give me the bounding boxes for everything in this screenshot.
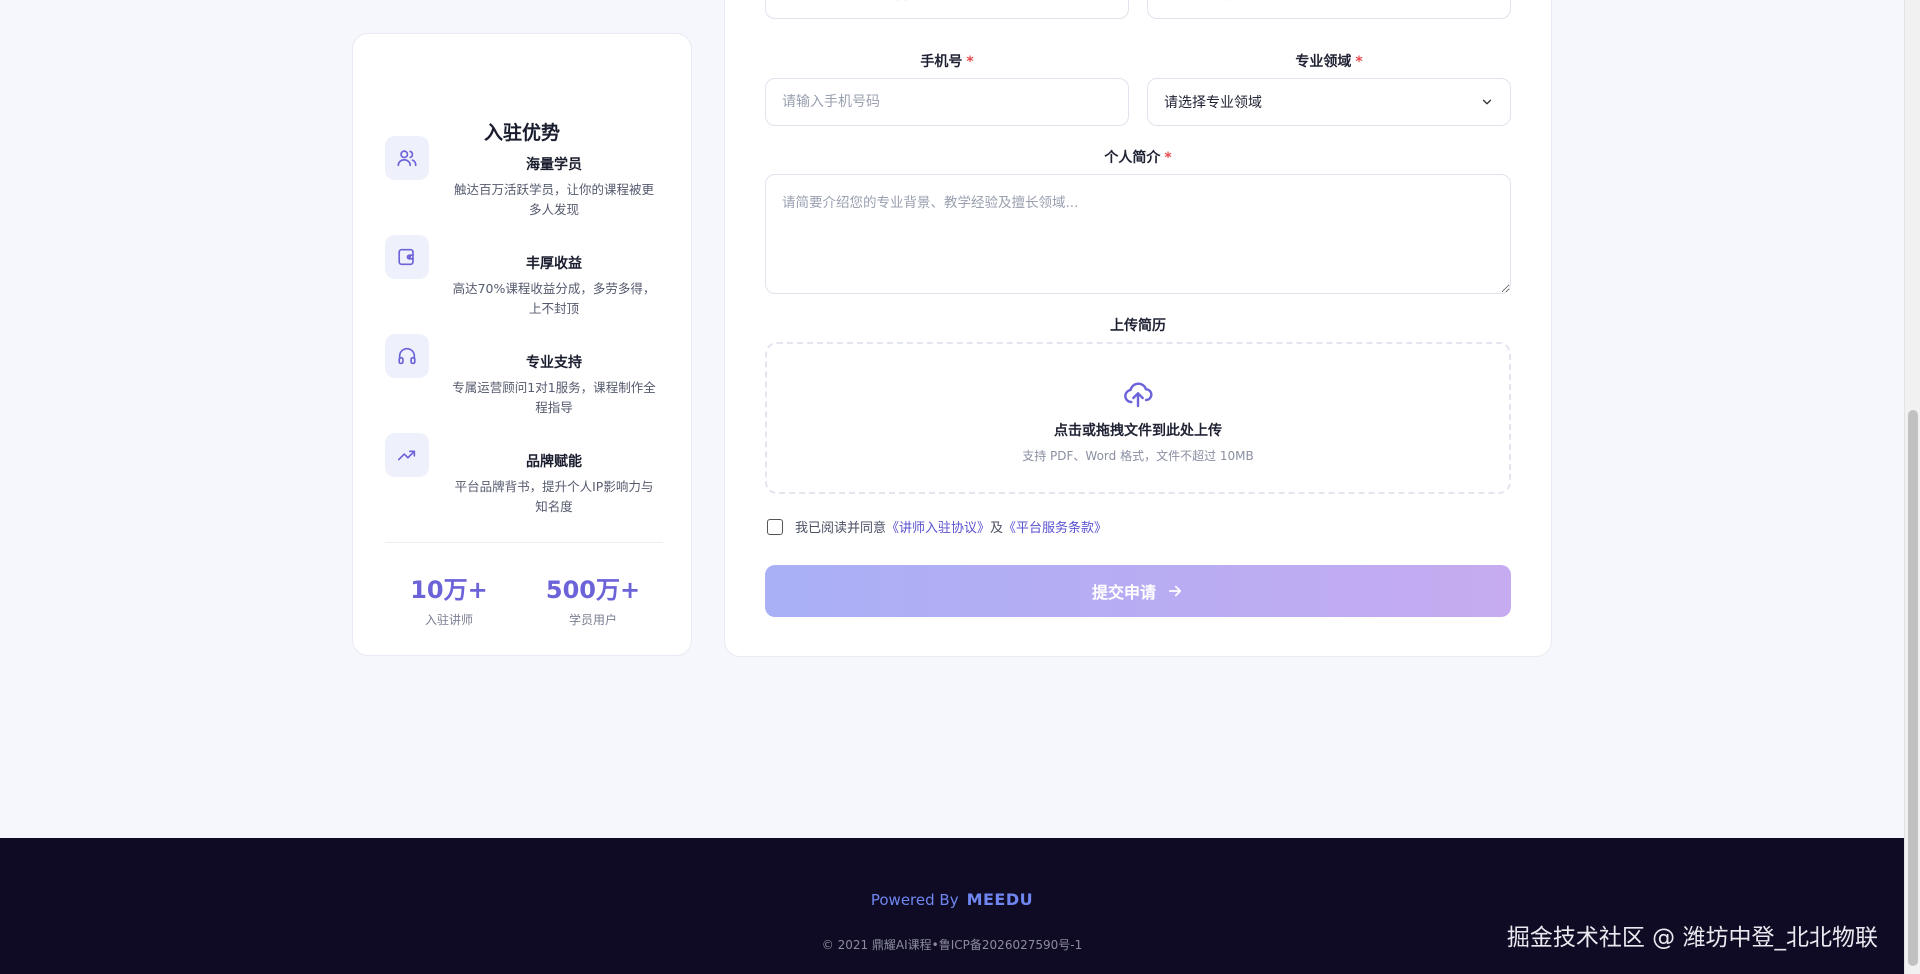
benefit-desc: 触达百万活跃学员，让你的课程被更 多人发现 xyxy=(453,182,654,217)
upload-hint: 支持 PDF、Word 格式，文件不超过 10MB xyxy=(1022,449,1254,463)
users-icon xyxy=(385,136,429,180)
stat-label: 学员用户 xyxy=(568,613,617,627)
benefit-item-brand: 品牌赋能 平台品牌背书，提升个人IP影响力与 知名度 xyxy=(385,433,663,523)
benefit-title: 丰厚收益 xyxy=(526,256,582,272)
powered-by-text: Powered By xyxy=(870,890,959,909)
footer: Powered By MEEDU © 2021 鼎耀AI课程•鲁ICP备2026… xyxy=(0,838,1904,974)
name-input[interactable] xyxy=(765,0,1129,19)
agreement-row: 我已阅读并同意 《讲师入驻协议》 及 《平台服务条款》 xyxy=(767,517,1107,536)
agreement-text: 我已阅读并同意 xyxy=(795,521,887,536)
teacher-agreement-link[interactable]: 《讲师入驻协议》 xyxy=(886,517,990,536)
cloud-upload-icon xyxy=(1124,382,1153,408)
field-select-value: 请选择专业领域 xyxy=(1164,95,1262,111)
service-terms-link[interactable]: 《平台服务条款》 xyxy=(1003,517,1107,536)
bio-label: 个人简介 * xyxy=(1104,150,1172,166)
resume-upload-dropzone[interactable]: 点击或拖拽文件到此处上传 支持 PDF、Word 格式，文件不超过 10MB xyxy=(765,342,1511,494)
benefits-card: 入驻优势 海量学员 触达百万活跃学员，让你的课程被更 多人发现 丰厚收益 高达70… xyxy=(352,33,692,656)
powered-by: Powered By MEEDU xyxy=(0,890,1904,909)
agreement-checkbox[interactable] xyxy=(767,518,783,535)
scrollbar[interactable] xyxy=(1904,0,1920,974)
headphones-icon xyxy=(385,334,429,378)
meedu-logo[interactable]: MEEDU xyxy=(967,890,1034,909)
chevron-down-icon xyxy=(1482,99,1492,105)
benefit-title: 专业支持 xyxy=(526,355,582,371)
stat-value: 10万+ xyxy=(410,576,488,604)
watermark: 掘金技术社区 @ 潍坊中登_北北物联 xyxy=(1506,925,1878,951)
stat-students: 500万+ 学员用户 xyxy=(533,570,653,628)
scrollbar-thumb[interactable] xyxy=(1908,410,1918,966)
submit-label: 提交申请 xyxy=(1091,583,1156,602)
resume-label: 上传简历 xyxy=(1110,318,1166,334)
benefit-item-income: 丰厚收益 高达70%课程收益分成，多劳多得， 上不封顶 xyxy=(385,235,663,325)
application-form-card: 手机号* 专业领域* 请选择专业领域 个人简介* 上传简历 点击或拖拽文件到此处… xyxy=(724,0,1552,657)
phone-input[interactable] xyxy=(765,78,1129,126)
stat-value: 500万+ xyxy=(545,576,641,604)
benefit-desc: 高达70%课程收益分成，多劳多得， 上不封顶 xyxy=(452,281,656,316)
benefit-title: 品牌赋能 xyxy=(526,454,582,470)
field-label: 专业领域 * xyxy=(1295,54,1363,70)
trending-up-icon xyxy=(385,433,429,477)
arrow-right-icon xyxy=(1168,585,1182,597)
agreement-and: 及 xyxy=(990,521,1004,536)
email-input[interactable] xyxy=(1147,0,1511,19)
benefit-desc: 平台品牌背书，提升个人IP影响力与 知名度 xyxy=(454,479,654,514)
wallet-icon xyxy=(385,235,429,279)
submit-application-button[interactable]: 提交申请 xyxy=(765,565,1511,617)
benefit-item-support: 专业支持 专属运营顾问1对1服务，课程制作全 程指导 xyxy=(385,334,663,424)
benefits-divider xyxy=(385,542,663,543)
field-select[interactable]: 请选择专业领域 xyxy=(1147,78,1511,126)
upload-title: 点击或拖拽文件到此处上传 xyxy=(1054,423,1222,439)
benefit-title: 海量学员 xyxy=(526,157,582,173)
benefit-desc: 专属运营顾问1对1服务，课程制作全 程指导 xyxy=(452,380,656,415)
phone-label: 手机号 * xyxy=(920,54,974,70)
stat-label: 入驻讲师 xyxy=(424,613,473,627)
bio-textarea[interactable] xyxy=(765,174,1511,294)
benefit-item-students: 海量学员 触达百万活跃学员，让你的课程被更 多人发现 xyxy=(385,136,663,226)
stat-teachers: 10万+ 入驻讲师 xyxy=(389,570,509,628)
